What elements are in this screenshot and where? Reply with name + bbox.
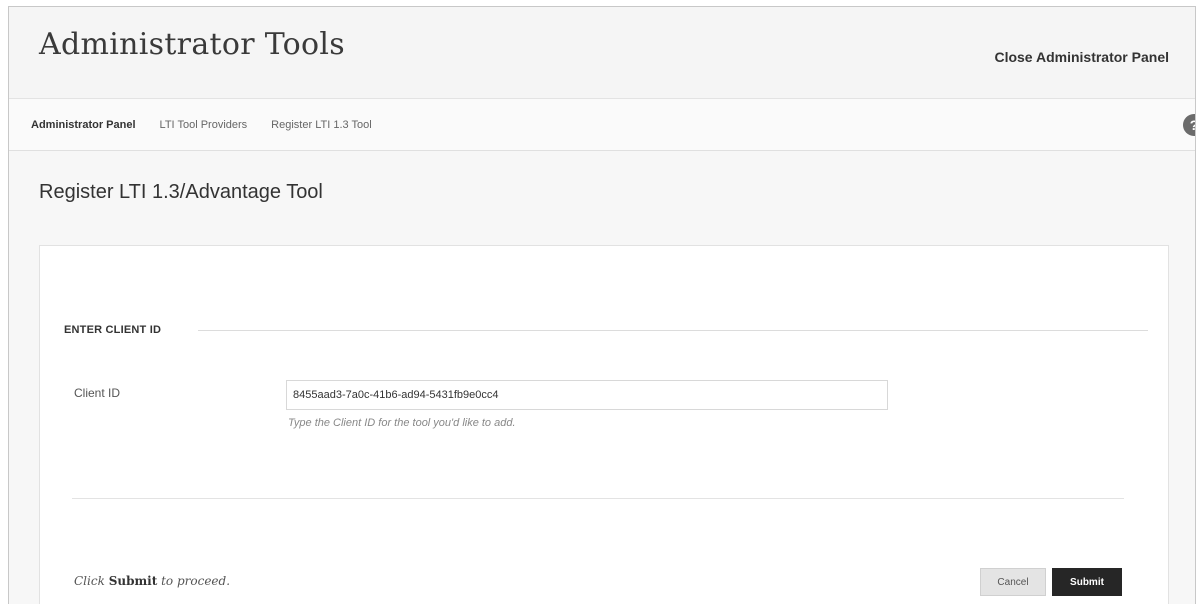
breadcrumb-item-administrator-panel[interactable]: Administrator Panel: [31, 119, 136, 131]
client-id-input[interactable]: [286, 380, 888, 410]
breadcrumb-item-register-lti-tool[interactable]: Register LTI 1.3 Tool: [271, 119, 371, 131]
app-title: Administrator Tools: [39, 27, 345, 62]
admin-window: Administrator Tools Close Administrator …: [8, 6, 1196, 604]
section-heading: ENTER CLIENT ID: [64, 324, 162, 336]
top-header: Administrator Tools Close Administrator …: [9, 7, 1195, 99]
instruction-prefix: Click: [74, 574, 105, 588]
instruction-suffix: to proceed.: [161, 574, 231, 588]
client-id-label: Client ID: [74, 386, 121, 400]
breadcrumb-item-lti-tool-providers[interactable]: LTI Tool Providers: [160, 119, 248, 131]
instruction-submit-word: Submit: [108, 574, 158, 588]
submit-instruction: Click Submit to proceed.: [74, 574, 230, 588]
help-icon[interactable]: ?: [1183, 114, 1195, 136]
client-id-hint: Type the Client ID for the tool you'd li…: [288, 417, 516, 429]
breadcrumb: Administrator Panel LTI Tool Providers R…: [9, 99, 1195, 151]
form-divider: [72, 498, 1124, 499]
page-title: Register LTI 1.3/Advantage Tool: [39, 181, 323, 203]
submit-button[interactable]: Submit: [1052, 568, 1122, 596]
register-form-panel: ENTER CLIENT ID Client ID Type the Clien…: [39, 245, 1169, 604]
close-admin-panel-link[interactable]: Close Administrator Panel: [994, 49, 1169, 65]
section-divider: [198, 330, 1148, 331]
cancel-button[interactable]: Cancel: [980, 568, 1046, 596]
